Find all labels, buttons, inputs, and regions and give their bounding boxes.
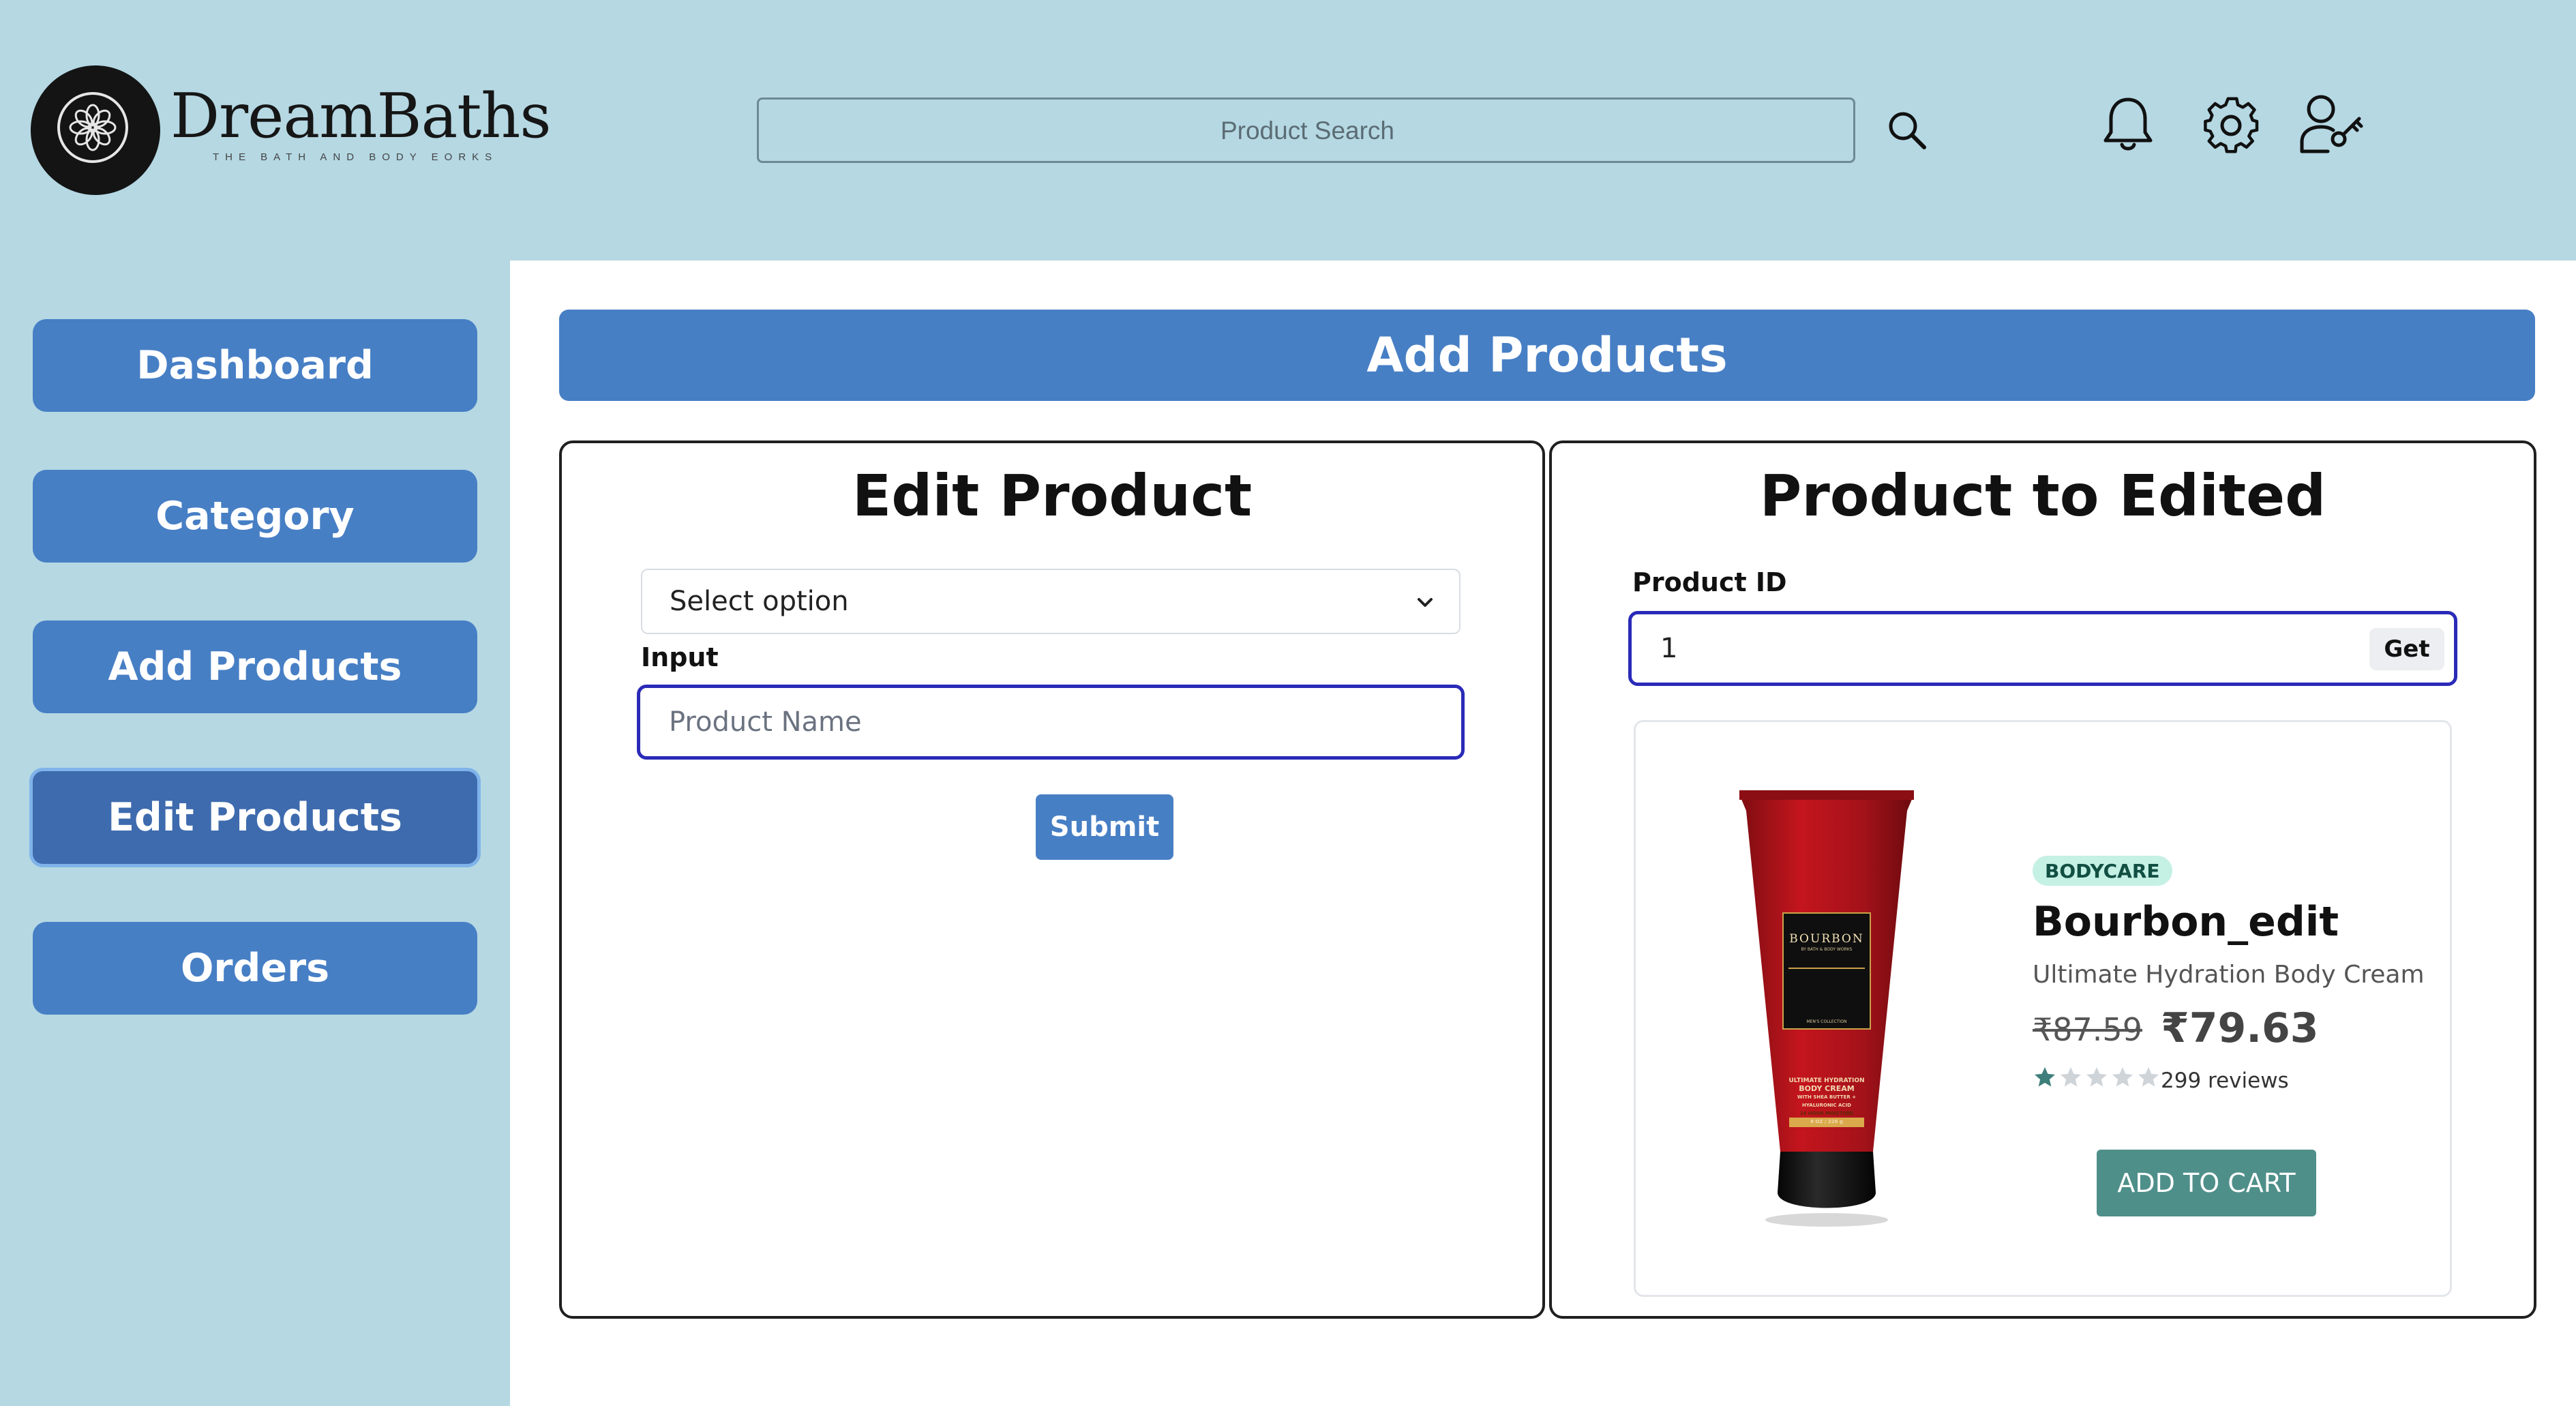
tube-line: WITH SHEA BUTTER + — [1797, 1094, 1857, 1100]
star-empty-icon — [2138, 1067, 2159, 1087]
top-header: DreamBaths THE BATH AND BODY EORKS — [0, 0, 2576, 260]
star-empty-icon — [2086, 1067, 2107, 1087]
tube-brand-label: BOURBON — [1789, 932, 1864, 946]
search-icon[interactable] — [1885, 108, 1930, 153]
sidebar-item-add-products[interactable]: Add Products — [33, 620, 477, 713]
option-select[interactable]: Select option — [641, 569, 1461, 634]
tube-line: 8 OZ / 226 g — [1810, 1119, 1843, 1124]
product-card: BOURBON BY BATH & BODY WORKS MEN'S COLLE… — [1634, 720, 2452, 1297]
tube-line: HYALURONIC ACID — [1802, 1103, 1851, 1108]
star-filled-icon — [2035, 1067, 2055, 1087]
original-price: ₹87.59 — [2033, 1011, 2142, 1048]
brand-logo[interactable] — [31, 65, 160, 195]
sidebar-item-dashboard[interactable]: Dashboard — [33, 319, 477, 412]
sidebar-item-category[interactable]: Category — [33, 470, 477, 563]
sidebar-item-edit-products[interactable]: Edit Products — [29, 768, 481, 867]
product-search-field[interactable] — [757, 98, 1856, 163]
sale-price: ₹79.63 — [2161, 1004, 2319, 1052]
category-badge: BODYCARE — [2033, 856, 2172, 886]
brand-tagline: THE BATH AND BODY EORKS — [213, 151, 498, 163]
product-image — [1739, 790, 1914, 1227]
bell-icon[interactable] — [2101, 95, 2155, 154]
edit-product-panel: Edit Product Select option Input Submit — [559, 440, 1545, 1319]
product-name: Bourbon_edit — [2033, 898, 2339, 946]
sidebar: Dashboard Category Add Products Edit Pro… — [0, 260, 510, 1406]
sidebar-item-orders[interactable]: Orders — [33, 922, 477, 1015]
product-name-field[interactable] — [637, 685, 1465, 760]
main-content: Add Products Edit Product Select option … — [510, 260, 2576, 1406]
user-key-icon[interactable] — [2298, 91, 2366, 157]
get-button[interactable]: Get — [2369, 628, 2444, 670]
tube-line: 24 HOUR MOISTURE — [1799, 1111, 1854, 1116]
gear-icon[interactable] — [2200, 94, 2262, 157]
edit-product-title: Edit Product — [852, 462, 1253, 529]
product-name-input[interactable] — [668, 706, 1461, 738]
preview-title: Product to Edited — [1759, 462, 2326, 529]
page-title: Add Products — [559, 310, 2535, 401]
star-rating — [2033, 1065, 2161, 1090]
product-description: Ultimate Hydration Body Cream — [2033, 961, 2425, 989]
product-id-input[interactable] — [1659, 632, 2454, 665]
review-count: 299 reviews — [2161, 1068, 2289, 1093]
product-id-label: Product ID — [1632, 567, 1787, 597]
add-to-cart-button[interactable]: ADD TO CART — [2097, 1150, 2316, 1216]
star-empty-icon — [2061, 1067, 2081, 1087]
select-value: Select option — [670, 586, 849, 617]
tube-line: BODY CREAM — [1799, 1084, 1855, 1093]
chevron-down-icon — [1418, 598, 1433, 607]
search-input[interactable] — [759, 100, 1856, 162]
submit-button[interactable]: Submit — [1036, 794, 1173, 860]
brand-name: DreamBaths — [170, 80, 552, 152]
tube-detail-lines: ULTIMATE HYDRATION BODY CREAM WITH SHEA … — [1782, 1077, 1871, 1126]
star-empty-icon — [2112, 1067, 2133, 1087]
tube-sub-label: BY BATH & BODY WORKS — [1801, 947, 1853, 952]
input-label: Input — [641, 642, 719, 672]
tube-collection-label: MEN'S COLLECTION — [1806, 1019, 1847, 1024]
product-id-field[interactable]: Get — [1628, 611, 2457, 686]
product-preview-panel: Product to Edited Product ID Get — [1549, 440, 2536, 1319]
flower-icon — [57, 92, 128, 163]
